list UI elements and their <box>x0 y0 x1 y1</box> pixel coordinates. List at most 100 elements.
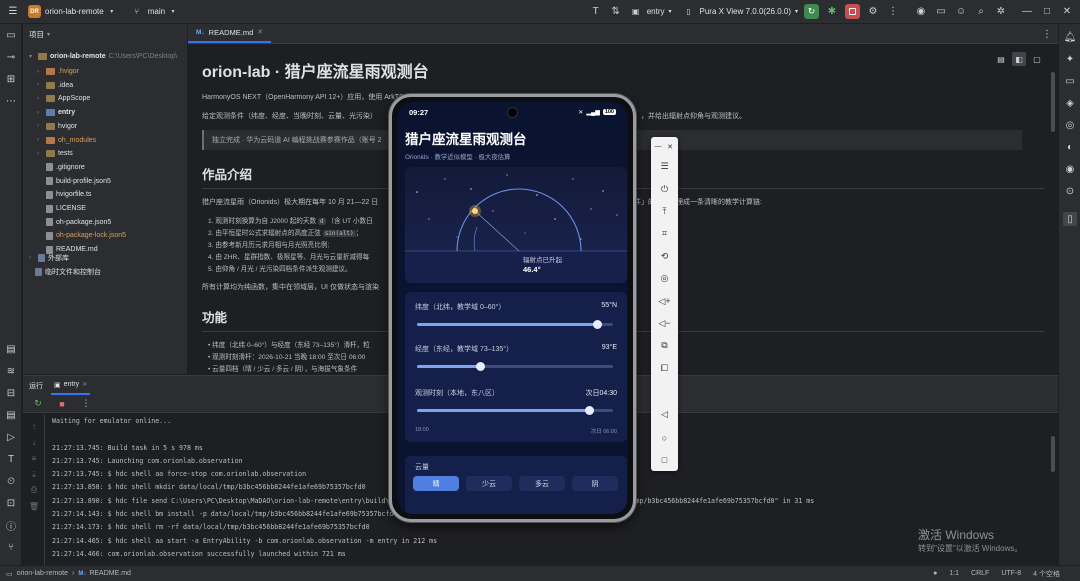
tree-item[interactable]: › .idea <box>37 79 73 92</box>
maximize-icon[interactable]: □ <box>1040 5 1054 19</box>
branch-switcher[interactable]: ⑂ main ▾ <box>130 5 177 19</box>
palette-icon[interactable]: ◎ <box>1063 118 1077 132</box>
commit-tool-icon[interactable]: ⊸ <box>4 50 18 64</box>
device-manager-icon[interactable]: ◉ <box>914 5 928 19</box>
tree-item[interactable]: oh-package.json5 <box>46 216 111 229</box>
tree-item[interactable]: build-profile.json5 <box>46 175 111 188</box>
structure-tool-icon[interactable]: ⊞ <box>4 72 18 86</box>
rerun-icon[interactable]: ↻ <box>31 397 45 411</box>
account-icon[interactable]: ☺ <box>954 5 968 19</box>
git-tool-icon[interactable]: ⑂ <box>4 540 18 554</box>
status-indicator-icon[interactable]: ● <box>933 570 937 577</box>
profiler-tool-icon[interactable]: ⏲ <box>4 474 18 488</box>
more-options-icon[interactable]: ⋮ <box>79 397 93 411</box>
collapse-icon[interactable]: ▭ <box>6 570 13 578</box>
more-tools-icon[interactable]: ⋯ <box>4 94 18 108</box>
tree-item[interactable]: hvigorfile.ts <box>46 188 91 201</box>
latitude-thumb[interactable] <box>592 320 602 329</box>
preview-only-icon[interactable]: ▢ <box>1030 52 1044 66</box>
close-icon[interactable]: ✕ <box>257 28 263 36</box>
tree-item[interactable]: › hvigor <box>37 120 77 133</box>
menu-icon[interactable]: ☰ <box>657 159 672 174</box>
volume-down-icon[interactable]: ◁− <box>657 316 672 331</box>
preview-icon[interactable]: ◐ <box>1063 140 1077 154</box>
stop-icon[interactable]: ■ <box>55 397 69 411</box>
device-file-icon[interactable]: ▭ <box>1063 74 1077 88</box>
rotate-icon[interactable]: ⟲ <box>657 249 672 264</box>
fold-icon[interactable]: ⧉ <box>657 338 672 353</box>
trash-icon[interactable]: 🗑︎ <box>27 499 41 513</box>
emulator-icon[interactable]: ▯ <box>1063 212 1077 226</box>
editor-scrollbar[interactable] <box>1051 72 1055 132</box>
cloud-option[interactable]: 晴 <box>413 476 459 491</box>
folder-icon[interactable]: ▭ <box>934 5 948 19</box>
device-select[interactable]: ▯ Pura X View 7.0.0(26.0.0) ▾ <box>682 5 798 19</box>
search-icon[interactable]: ⌕ <box>974 5 988 19</box>
close-icon[interactable]: ✕ <box>665 139 675 154</box>
inspector-icon[interactable]: ⊙ <box>1063 184 1077 198</box>
profile-icon[interactable]: ⚙ <box>866 5 880 19</box>
back-icon[interactable]: ◁ <box>657 407 672 422</box>
eye-icon[interactable]: ◉ <box>1063 162 1077 176</box>
arrow-down-icon[interactable]: ↓ <box>27 435 41 449</box>
breadcrumb-root[interactable]: orion-lab-remote <box>17 570 68 577</box>
print-icon[interactable]: ⎙ <box>27 483 41 497</box>
codegenie-icon[interactable]: ◈ <box>1063 96 1077 110</box>
build-tool-icon[interactable]: T <box>4 452 18 466</box>
assistant-icon[interactable]: ✦ <box>1063 52 1077 66</box>
main-menu-icon[interactable]: ☰ <box>6 5 20 19</box>
tree-item[interactable]: LICENSE <box>46 202 86 215</box>
location-icon[interactable]: ◎ <box>657 271 672 286</box>
tree-item[interactable]: › oh_modules <box>37 134 96 147</box>
encoding[interactable]: UTF-8 <box>1001 570 1021 577</box>
breadcrumb-file[interactable]: README.md <box>89 570 131 577</box>
minimize-icon[interactable]: — <box>1020 5 1034 19</box>
services-tool-icon[interactable]: ⊟ <box>4 386 18 400</box>
crop-icon[interactable]: ⌗ <box>657 226 672 241</box>
terminal-tool-icon[interactable]: ⊡ <box>4 496 18 510</box>
problems-tool-icon[interactable]: ⓘ <box>4 518 18 533</box>
build-hammer-icon[interactable]: T <box>589 5 603 19</box>
project-switcher[interactable]: DR orion-lab-remote ▾ <box>28 5 116 19</box>
home-icon[interactable]: ○ <box>657 430 672 445</box>
arrow-up-icon[interactable]: ↑ <box>27 419 41 433</box>
cloud-option[interactable]: 阴 <box>572 476 618 491</box>
tree-root[interactable]: ▾ orion-lab-remote C:\Users\PC\Desktop\ <box>29 50 177 63</box>
log-tool-icon[interactable]: ▤ <box>4 408 18 422</box>
notifications-icon[interactable]: 🔔︎ <box>1063 30 1077 44</box>
close-icon[interactable]: ✕ <box>1060 5 1074 19</box>
tree-item[interactable]: .gitignore <box>46 161 85 174</box>
cloud-option[interactable]: 多云 <box>519 476 565 491</box>
layers-tool-icon[interactable]: ≋ <box>4 364 18 378</box>
time-slider[interactable] <box>417 406 613 415</box>
split-view-icon[interactable]: ◧ <box>1012 52 1026 66</box>
editor-only-icon[interactable]: ▤ <box>994 52 1008 66</box>
tab-readme[interactable]: M↓ README.md ✕ <box>188 23 272 43</box>
time-thumb[interactable] <box>584 406 594 415</box>
console-scrollbar[interactable] <box>1051 436 1055 472</box>
screenshot-icon[interactable]: ⤒ <box>657 204 672 219</box>
scratches[interactable]: 临时文件和控制台 <box>35 265 101 278</box>
tree-item[interactable]: › tests <box>37 147 73 160</box>
rerun-button[interactable]: ↻ <box>804 4 819 19</box>
tree-item[interactable]: › entry <box>37 106 75 119</box>
longitude-thumb[interactable] <box>475 362 485 371</box>
tree-item[interactable]: › AppScope <box>37 92 90 105</box>
tab-more-icon[interactable]: ⋮ <box>1040 27 1054 41</box>
sync-icon[interactable]: ⇅ <box>609 5 623 19</box>
minimize-icon[interactable]: — <box>653 139 663 154</box>
longitude-slider[interactable] <box>417 362 613 371</box>
tree-item[interactable]: › .hvigor <box>37 65 79 78</box>
external-libraries[interactable]: › 外部库 <box>29 251 69 264</box>
recents-icon[interactable]: □ <box>657 452 672 467</box>
settings-gear-icon[interactable]: ✲ <box>994 5 1008 19</box>
scroll-end-icon[interactable]: ⇣ <box>27 467 41 481</box>
power-icon[interactable]: ⏻ <box>657 182 672 197</box>
close-icon[interactable]: ✕ <box>82 381 87 388</box>
todo-tool-icon[interactable]: ▤ <box>4 342 18 356</box>
cloud-option[interactable]: 少云 <box>466 476 512 491</box>
volume-up-icon[interactable]: ◁+ <box>657 294 672 309</box>
project-tool-icon[interactable]: ▭ <box>4 28 18 42</box>
tree-item[interactable]: oh-package-lock.json5 <box>46 229 126 242</box>
soft-wrap-icon[interactable]: ≡ <box>27 451 41 465</box>
